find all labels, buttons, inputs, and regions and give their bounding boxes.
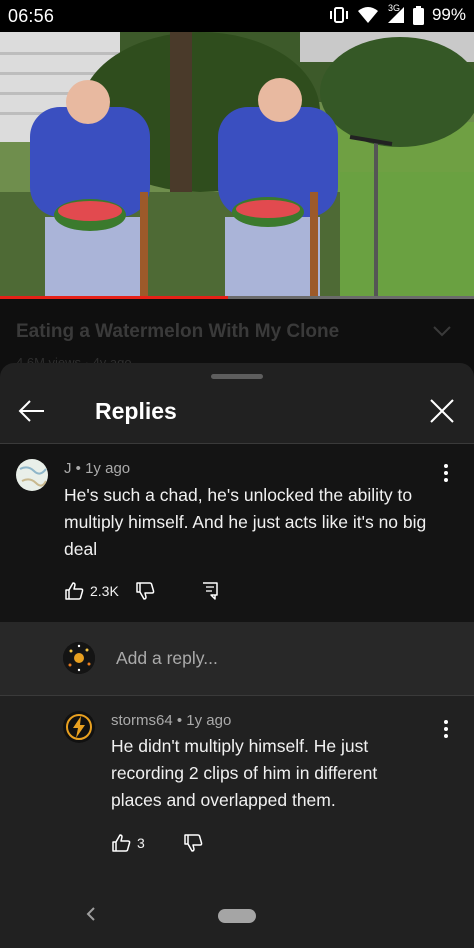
more-options-icon[interactable] xyxy=(444,464,448,488)
video-player[interactable] xyxy=(0,32,474,298)
close-icon[interactable] xyxy=(428,397,456,425)
video-frame xyxy=(0,32,474,298)
nav-back-icon[interactable] xyxy=(86,906,96,922)
like-icon[interactable] xyxy=(64,581,84,601)
vibrate-icon xyxy=(329,7,348,23)
parent-comment: J • 1y ago He's such a chad, he's unlock… xyxy=(0,444,474,622)
reply-text: He didn't multiply himself. He just reco… xyxy=(111,736,378,810)
battery-percent: 99% xyxy=(431,5,466,24)
byline-separator: • xyxy=(176,712,187,729)
replies-sheet: Replies J • 1y ago He's such a chad, he'… xyxy=(0,363,474,948)
chevron-down-icon[interactable] xyxy=(432,325,452,337)
cellular-icon: 3G xyxy=(387,3,405,24)
comment-text: He's such a chad, he's unlocked the abil… xyxy=(64,485,427,559)
network-type-label: 3G xyxy=(387,3,400,13)
status-time: 06:56 xyxy=(8,6,55,26)
comment-author[interactable]: J xyxy=(64,460,72,477)
reply-byline: storms64 • 1y ago xyxy=(111,712,231,729)
add-reply-field[interactable]: Add a reply... xyxy=(0,622,474,695)
reply-age: 1y ago xyxy=(186,712,232,729)
like-count: 2.3K xyxy=(90,583,119,599)
arrow-left-icon[interactable] xyxy=(18,399,46,423)
more-options-icon[interactable] xyxy=(444,720,448,744)
wifi-icon xyxy=(357,7,378,23)
input-divider xyxy=(0,695,474,696)
comment-actions: 2.3K xyxy=(64,581,219,601)
status-bar: 06:56 3G 99% xyxy=(0,0,474,32)
sheet-title: Replies xyxy=(95,398,177,424)
home-pill[interactable] xyxy=(218,909,256,923)
reply-actions: 3 xyxy=(111,833,203,853)
status-icons: 3G 99% xyxy=(329,3,466,25)
system-nav-bar xyxy=(0,886,474,948)
comment-byline: J • 1y ago xyxy=(64,460,130,477)
byline-separator: • xyxy=(75,460,86,477)
like-count: 3 xyxy=(137,835,145,851)
sheet-header: Replies xyxy=(0,381,474,441)
reply-author[interactable]: storms64 xyxy=(111,712,173,729)
avatar[interactable] xyxy=(16,459,48,491)
comment-age: 1y ago xyxy=(85,460,131,477)
reply-icon[interactable] xyxy=(201,581,219,601)
battery-icon xyxy=(412,5,424,25)
like-icon[interactable] xyxy=(111,833,131,853)
user-avatar[interactable] xyxy=(63,642,95,674)
drag-handle[interactable] xyxy=(211,374,263,379)
video-title: Eating a Watermelon With My Clone xyxy=(16,321,340,342)
reply-placeholder: Add a reply... xyxy=(116,648,218,668)
avatar[interactable] xyxy=(63,711,95,743)
dislike-icon[interactable] xyxy=(183,833,203,853)
dislike-icon[interactable] xyxy=(135,581,155,601)
